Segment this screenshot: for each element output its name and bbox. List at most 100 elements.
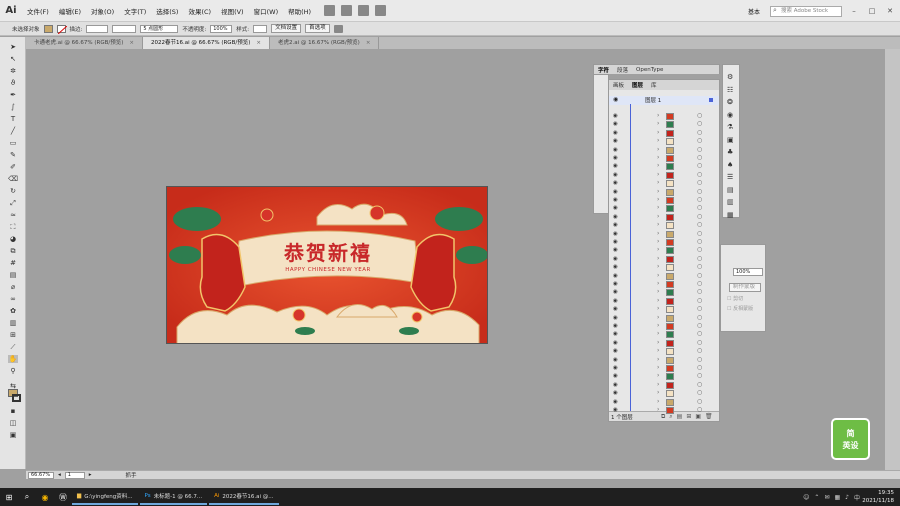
expand-chevron-icon[interactable]: ›: [657, 263, 659, 270]
expand-chevron-icon[interactable]: ›: [657, 112, 659, 119]
expand-chevron-icon[interactable]: ›: [657, 213, 659, 220]
color-mode-icon[interactable]: ▪: [8, 407, 18, 415]
stroke-weight-input[interactable]: [86, 24, 109, 33]
expand-chevron-icon[interactable]: ›: [657, 255, 659, 262]
target-circle-icon[interactable]: ○: [697, 280, 702, 287]
invert-mask-checkbox[interactable]: ☐ 反相蒙版: [727, 305, 753, 312]
visibility-eye-icon[interactable]: ◉: [613, 172, 618, 178]
opacity-field[interactable]: 100%: [733, 268, 763, 276]
hand-tool-icon[interactable]: ✋: [8, 355, 18, 363]
bridge-icon[interactable]: [324, 5, 336, 16]
visibility-eye-icon[interactable]: ◉: [613, 399, 618, 405]
prev-artboard-icon[interactable]: ◂: [58, 472, 61, 478]
artboard[interactable]: 恭贺新禧 HAPPY CHINESE NEW YEAR: [166, 186, 488, 344]
line-tool-icon[interactable]: ╱: [8, 127, 18, 135]
next-artboard-icon[interactable]: ▸: [89, 472, 92, 478]
target-circle-icon[interactable]: ○: [697, 364, 702, 371]
expand-chevron-icon[interactable]: ›: [657, 272, 659, 279]
close-icon[interactable]: ×: [366, 40, 371, 46]
target-circle-icon[interactable]: ○: [697, 314, 702, 321]
expand-chevron-icon[interactable]: ›: [657, 347, 659, 354]
target-circle-icon[interactable]: ○: [697, 221, 702, 228]
target-circle-icon[interactable]: ○: [697, 112, 702, 119]
expand-chevron-icon[interactable]: ›: [657, 238, 659, 245]
clip-checkbox[interactable]: ☐ 剪切: [727, 295, 743, 302]
zoom-tool-icon[interactable]: ⚲: [8, 367, 18, 375]
expand-chevron-icon[interactable]: ›: [657, 246, 659, 253]
stroke-color-swatch[interactable]: [12, 394, 21, 402]
visibility-eye-icon[interactable]: ◉: [613, 205, 618, 211]
perspective-grid-tool-icon[interactable]: ⧉: [8, 247, 18, 255]
expand-chevron-icon[interactable]: ›: [657, 120, 659, 127]
target-circle-icon[interactable]: ○: [697, 255, 702, 262]
visibility-eye-icon[interactable]: ◉: [613, 239, 618, 245]
target-circle-icon[interactable]: ○: [697, 330, 702, 337]
expand-chevron-icon[interactable]: ›: [657, 330, 659, 337]
free-transform-tool-icon[interactable]: ⛶: [8, 223, 18, 231]
target-circle-icon[interactable]: ○: [697, 129, 702, 136]
visibility-eye-icon[interactable]: ◉: [613, 331, 618, 337]
expand-chevron-icon[interactable]: ›: [657, 137, 659, 144]
expand-chevron-icon[interactable]: ›: [657, 364, 659, 371]
tab-artboards[interactable]: 画板: [613, 81, 624, 89]
eraser-tool-icon[interactable]: ⌫: [8, 175, 18, 183]
paintbrush-tool-icon[interactable]: ✎: [8, 151, 18, 159]
menu-file[interactable]: 文件(F): [22, 6, 54, 16]
target-circle-icon[interactable]: ○: [697, 154, 702, 161]
tab-layers[interactable]: 图层: [632, 81, 643, 89]
expand-chevron-icon[interactable]: ›: [657, 230, 659, 237]
visibility-eye-icon[interactable]: ◉: [613, 222, 618, 228]
expand-chevron-icon[interactable]: ›: [657, 154, 659, 161]
curvature-tool-icon[interactable]: ∫: [8, 103, 18, 111]
menu-effect[interactable]: 效果(C): [183, 6, 216, 16]
target-circle-icon[interactable]: ○: [697, 263, 702, 270]
menu-edit[interactable]: 编辑(E): [54, 6, 86, 16]
visibility-eye-icon[interactable]: ◉: [613, 231, 618, 237]
draw-mode-icon[interactable]: ◫: [8, 419, 18, 427]
graph-tool-icon[interactable]: ▥: [8, 319, 18, 327]
target-circle-icon[interactable]: ○: [697, 246, 702, 253]
visibility-eye-icon[interactable]: ◉: [613, 289, 618, 295]
mesh-tool-icon[interactable]: #: [8, 259, 18, 267]
lasso-tool-icon[interactable]: ϑ: [8, 79, 18, 87]
windows-start-icon[interactable]: ⊞: [0, 490, 18, 504]
rectangle-tool-icon[interactable]: ▭: [8, 139, 18, 147]
visibility-eye-icon[interactable]: ◉: [613, 180, 618, 186]
menu-window[interactable]: 窗口(W): [249, 6, 284, 16]
direct-selection-tool-icon[interactable]: ↖: [8, 55, 18, 63]
target-circle-icon[interactable]: ○: [697, 372, 702, 379]
slice-tool-icon[interactable]: ⟋: [8, 343, 18, 351]
shaper-tool-icon[interactable]: ✐: [8, 163, 18, 171]
layer-name[interactable]: 图层 1: [645, 96, 661, 104]
chrome-icon[interactable]: ◉: [36, 490, 54, 504]
zoom-dropdown[interactable]: 66.67%: [28, 471, 54, 479]
expand-chevron-icon[interactable]: ›: [657, 288, 659, 295]
gradient-tool-icon[interactable]: ▤: [8, 271, 18, 279]
target-circle-icon[interactable]: ○: [697, 204, 702, 211]
expand-chevron-icon[interactable]: ›: [657, 204, 659, 211]
expand-chevron-icon[interactable]: ›: [657, 372, 659, 379]
menu-select[interactable]: 选择(S): [151, 6, 183, 16]
expand-chevron-icon[interactable]: ›: [657, 389, 659, 396]
target-circle-icon[interactable]: ○: [697, 398, 702, 405]
tab-opentype[interactable]: OpenType: [636, 67, 663, 73]
target-circle-icon[interactable]: ○: [697, 297, 702, 304]
preferences-button[interactable]: 首选项: [305, 24, 330, 33]
target-circle-icon[interactable]: ○: [697, 272, 702, 279]
visibility-eye-icon[interactable]: ◉: [613, 306, 618, 312]
ime-icon[interactable]: 中: [854, 493, 860, 502]
target-circle-icon[interactable]: ○: [697, 213, 702, 220]
symbol-sprayer-tool-icon[interactable]: ✿: [8, 307, 18, 315]
target-circle-icon[interactable]: ○: [697, 406, 702, 413]
visibility-eye-icon[interactable]: ◉: [613, 247, 618, 253]
visibility-eye-icon[interactable]: ◉: [613, 155, 618, 161]
scale-tool-icon[interactable]: ⤢: [8, 199, 18, 207]
pen-tool-icon[interactable]: ✒: [8, 91, 18, 99]
target-circle-icon[interactable]: ○: [697, 238, 702, 245]
visibility-eye-icon[interactable]: ◉: [613, 315, 618, 321]
magic-wand-tool-icon[interactable]: ✲: [8, 67, 18, 75]
visibility-eye-icon[interactable]: ◉: [613, 298, 618, 304]
clock[interactable]: 19:35 2021/11/18: [862, 488, 894, 506]
chevron-up-icon[interactable]: ⌃: [814, 494, 819, 501]
panel-icons[interactable]: ⚙ ☷ ❂ ◉ ⚗ ▣ ♣ ♠ ☰ ▤ ▥ ▦: [727, 71, 734, 221]
